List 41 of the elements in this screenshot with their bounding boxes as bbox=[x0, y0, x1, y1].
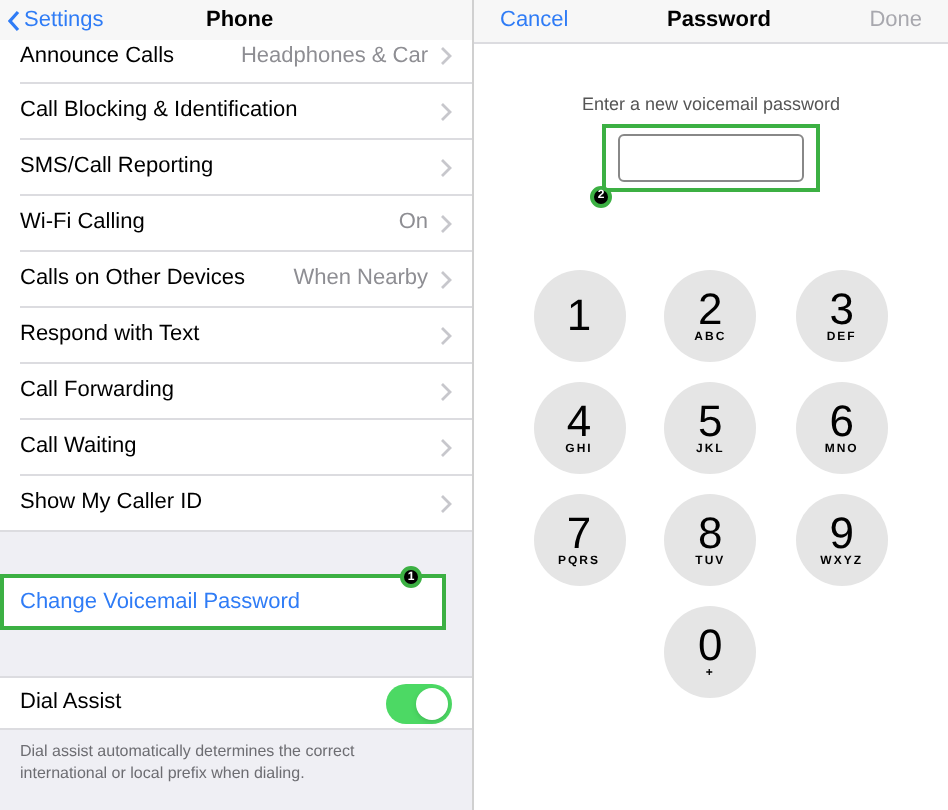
row-label: Call Waiting bbox=[20, 432, 137, 463]
chevron-icon bbox=[440, 269, 452, 289]
settings-row[interactable]: SMS/Call Reporting bbox=[20, 138, 472, 194]
settings-row[interactable]: Calls on Other Devices When Nearby bbox=[20, 250, 472, 306]
cancel-button[interactable]: Cancel bbox=[500, 4, 569, 38]
chevron-icon bbox=[440, 213, 452, 233]
password-prompt: Enter a new voicemail password bbox=[581, 92, 841, 118]
row-label: Announce Calls bbox=[20, 42, 175, 72]
settings-row[interactable]: Respond with Text bbox=[20, 306, 472, 362]
screen-title: Password bbox=[666, 6, 771, 37]
row-value: On bbox=[398, 208, 428, 239]
chevron-icon bbox=[440, 437, 452, 457]
chevron-icon bbox=[440, 493, 452, 513]
row-label: Show My Caller ID bbox=[20, 488, 203, 519]
settings-row[interactable]: Show My Caller ID bbox=[20, 474, 472, 530]
row-label: Calls on Other Devices bbox=[20, 264, 245, 295]
chevron-icon bbox=[440, 46, 452, 67]
row-label: Dial Assist bbox=[20, 688, 122, 719]
settings-row[interactable]: Announce Calls Headphones & Car bbox=[0, 40, 472, 82]
row-label: SMS/Call Reporting bbox=[20, 152, 214, 183]
settings-row[interactable]: Call Blocking & Identification bbox=[20, 82, 472, 138]
row-value: Headphones & Car bbox=[240, 42, 428, 72]
password-field[interactable] bbox=[618, 133, 804, 181]
footer-note: Dial assist automatically determines the correct international or local prefix when dialing. bbox=[18, 740, 357, 784]
row-value: When Nearby bbox=[293, 264, 428, 295]
row-label: Call Blocking & Identification bbox=[20, 96, 298, 127]
chevron-icon bbox=[440, 381, 452, 401]
row-label: Call Forwarding bbox=[20, 376, 175, 407]
back-chevron-icon bbox=[8, 9, 20, 31]
back-button[interactable]: Settings bbox=[8, 3, 104, 37]
chevron-icon bbox=[440, 325, 452, 345]
settings-row[interactable]: Call Waiting bbox=[20, 418, 472, 474]
chevron-icon bbox=[440, 157, 452, 177]
settings-row[interactable]: Wi-Fi Calling On bbox=[20, 194, 472, 250]
row-label: Wi-Fi Calling bbox=[20, 208, 145, 239]
toggle-switch[interactable] bbox=[386, 683, 452, 723]
row-label: Respond with Text bbox=[20, 320, 200, 351]
settings-row[interactable]: Call Forwarding bbox=[20, 362, 472, 418]
screen-title: Phone bbox=[206, 5, 274, 36]
keypad-key[interactable]: 1 bbox=[533, 269, 625, 361]
chevron-icon bbox=[440, 101, 452, 121]
